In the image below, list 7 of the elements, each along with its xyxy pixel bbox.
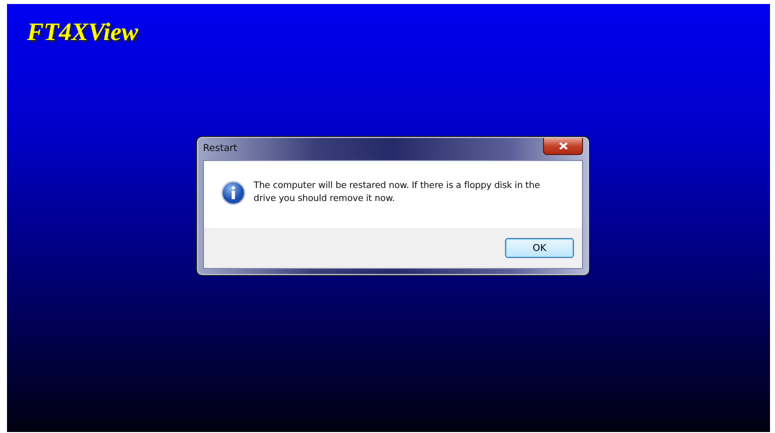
window-title: Restart — [203, 143, 238, 154]
message-text: The computer will be restared now. If there is a floppy disk in the drive you should remove it now. — [254, 180, 541, 206]
close-icon — [558, 142, 568, 150]
ok-button[interactable]: OK — [505, 238, 574, 258]
info-icon — [221, 180, 246, 206]
close-button[interactable] — [543, 138, 583, 154]
app-logo: FT4XView — [27, 19, 138, 47]
